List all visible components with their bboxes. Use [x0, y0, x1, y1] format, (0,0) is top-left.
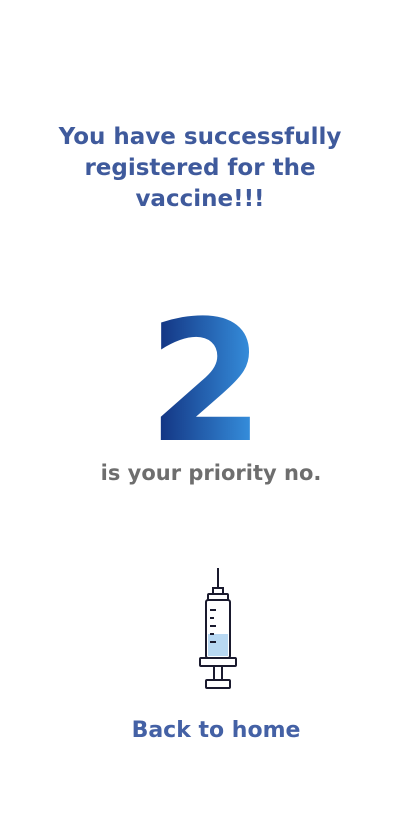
syringe-icon [199, 568, 237, 689]
confirmation-screen: You have successfully registered for the… [0, 0, 411, 823]
success-message-line-2: registered for the [84, 155, 316, 181]
success-message-line-1: You have successfully [58, 124, 342, 150]
success-message: You have successfully registered for the… [0, 122, 400, 215]
priority-number-value: 2 [148, 296, 265, 456]
success-message-line-3: vaccine!!! [135, 186, 265, 212]
back-to-home-button[interactable]: Back to home [0, 714, 411, 748]
priority-label: is your priority no. [100, 461, 322, 485]
priority-number: 2 [148, 296, 265, 456]
